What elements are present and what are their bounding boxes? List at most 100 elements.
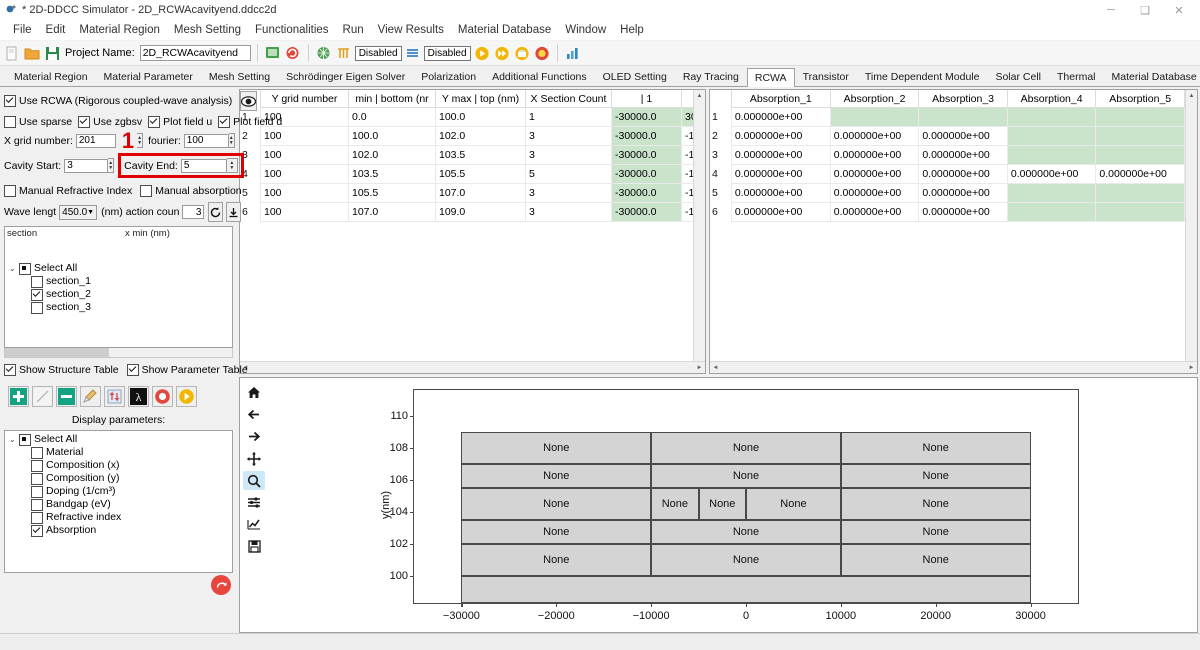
menu-item-functionalities[interactable]: Functionalities [248,23,336,37]
table-cell[interactable]: 100.0 [435,107,526,127]
absorption-table-hscrollbar[interactable]: ◄ ► [710,361,1197,373]
table-cell[interactable]: 109.0 [435,202,526,222]
cavity-start-input[interactable] [64,158,109,173]
display-param-composition-x-[interactable]: Composition (x) [5,459,232,472]
table-row[interactable]: 6 0.000000e+00 0.000000e+00 0.000000e+00 [710,202,1185,222]
table-cell[interactable]: 0.000000e+00 [918,202,1008,222]
column-header[interactable]: Absorption_5 [1095,90,1185,108]
table-cell[interactable]: 0.000000e+00 [829,126,920,146]
absorption-table-vscrollbar[interactable]: ▲ [1185,90,1197,361]
column-header[interactable]: Y max | top (nm) [435,90,526,108]
table-cell[interactable] [1006,202,1097,222]
display-param-bandgap-ev-[interactable]: Bandgap (eV) [5,498,232,511]
lines-icon[interactable] [404,44,422,62]
run-fast-icon[interactable] [493,44,511,62]
cavity-end-input[interactable] [180,158,227,173]
column-header[interactable]: Absorption_2 [829,90,920,108]
stop-icon[interactable] [152,386,173,407]
tab-polarization[interactable]: Polarization [413,67,484,86]
scroll-up-arrow-icon[interactable]: ▲ [1186,90,1197,101]
save-disk-icon[interactable] [243,537,265,556]
table-cell[interactable] [1095,202,1185,222]
table-cell[interactable]: 103.5 [435,145,526,165]
tab-additional-functions[interactable]: Additional Functions [484,67,595,86]
menu-item-edit[interactable]: Edit [39,23,73,37]
close-button[interactable]: ✕ [1162,0,1196,20]
play-icon[interactable] [176,386,197,407]
table-cell[interactable]: -10000.0 [681,183,693,203]
column-header[interactable]: | 1 [611,90,682,108]
table-row[interactable]: 11000.0100.01-30000.030000.0 [240,107,693,127]
display-select-all-row[interactable]: ⌄ Select All [5,433,232,446]
table-cell[interactable]: 30000.0 [681,107,693,127]
x-grid-number-input[interactable] [75,133,116,148]
table-cell[interactable]: -30000.0 [611,183,682,203]
table-row[interactable]: 3100102.0103.53-30000.0-10000.0 [240,145,693,165]
table-row[interactable]: 5 0.000000e+00 0.000000e+00 0.000000e+00 [710,183,1185,203]
table-cell[interactable]: 105.5 [348,183,436,203]
save-icon[interactable] [43,44,61,62]
option-checkbox-plot-field-u[interactable]: Plot field u [148,116,212,128]
add-icon[interactable] [8,386,29,407]
table-cell[interactable]: 0.000000e+00 [829,183,920,203]
table-cell[interactable]: 0.000000e+00 [829,145,920,165]
table-cell[interactable]: 0.0 [348,107,436,127]
tab-time-dependent-module[interactable]: Time Dependent Module [857,67,988,86]
back-arrow-icon[interactable] [243,405,265,424]
menu-item-material-region[interactable]: Material Region [72,23,167,37]
forward-arrow-icon[interactable] [243,427,265,446]
scroll-right-arrow-icon[interactable]: ► [1186,365,1197,371]
table-cell[interactable]: 0.000000e+00 [918,164,1008,184]
table-cell[interactable]: -10000.0 [681,164,693,184]
lambda-icon[interactable]: λ [128,386,149,407]
table-cell[interactable]: 1 [525,107,612,127]
new-file-icon[interactable] [3,44,21,62]
table-cell[interactable]: 100 [260,164,349,184]
fourier-input[interactable] [183,133,229,148]
table-cell[interactable] [1095,183,1185,203]
table-cell[interactable]: -10000.0 [681,202,693,222]
tab-thermal[interactable]: Thermal [1049,67,1104,86]
structure-icon[interactable] [335,44,353,62]
tab-solar-cell[interactable]: Solar Cell [987,67,1049,86]
run-icon[interactable] [473,44,491,62]
table-cell[interactable]: 100 [260,183,349,203]
table-cell[interactable]: 107.0 [435,183,526,203]
table-cell[interactable]: -10000.0 [681,145,693,165]
status-disabled-2[interactable]: Disabled [423,45,471,61]
cavity-end-spinner[interactable]: ▲ ▼ [226,158,238,173]
table-cell[interactable]: 0.000000e+00 [829,202,920,222]
manual-refractive-index-checkbox[interactable]: Manual Refractive Index [4,185,132,197]
display-param-doping-1-cm-[interactable]: Doping (1/cm³) [5,485,232,498]
status-disabled-1[interactable]: Disabled [354,45,402,61]
table-row[interactable]: 3 0.000000e+00 0.000000e+00 0.000000e+00 [710,145,1185,165]
absorption-table[interactable]: Absorption_1 Absorption_2 Absorption_3 Abso… [710,90,1185,222]
edit-icon[interactable] [32,386,53,407]
show-parameter-table-checkbox[interactable]: Show Parameter Table [126,364,248,376]
table-cell[interactable]: 100 [260,202,349,222]
table-cell[interactable]: -30000.0 [611,164,682,184]
table-cell[interactable]: 3 [525,202,612,222]
section-item-section_1[interactable]: section_1 [5,275,232,288]
tab-material-database[interactable]: Material Database [1104,67,1200,86]
table-cell[interactable]: 0.000000e+00 [918,126,1008,146]
use-rcwa-checkbox[interactable]: Use RCWA (Rigorous coupled-wave analysis… [4,95,232,107]
section-item-section_3[interactable]: section_3 [5,301,232,314]
table-cell[interactable] [829,107,920,127]
run-load-icon[interactable] [513,44,531,62]
minimize-button[interactable]: ─ [1094,0,1128,20]
table-cell[interactable]: 107.0 [348,202,436,222]
tab-oled-setting[interactable]: OLED Setting [595,67,675,86]
option-checkbox-use-zgbsv[interactable]: Use zgbsv [78,116,142,128]
table-cell[interactable] [918,107,1008,127]
remove-icon[interactable] [56,386,77,407]
table-row[interactable]: 2 0.000000e+00 0.000000e+00 0.000000e+00 [710,126,1185,146]
table-cell[interactable] [1006,183,1097,203]
column-header[interactable]: Absorption_3 [918,90,1008,108]
open-folder-icon[interactable] [23,44,41,62]
refresh-icon[interactable] [284,44,302,62]
tab-schr-dinger-eigen-solver[interactable]: Schrödinger Eigen Solver [278,67,413,86]
table-cell[interactable]: 100.0 [348,126,436,146]
image-icon[interactable] [264,44,282,62]
column-header[interactable]: Absorption_1 [730,90,831,108]
